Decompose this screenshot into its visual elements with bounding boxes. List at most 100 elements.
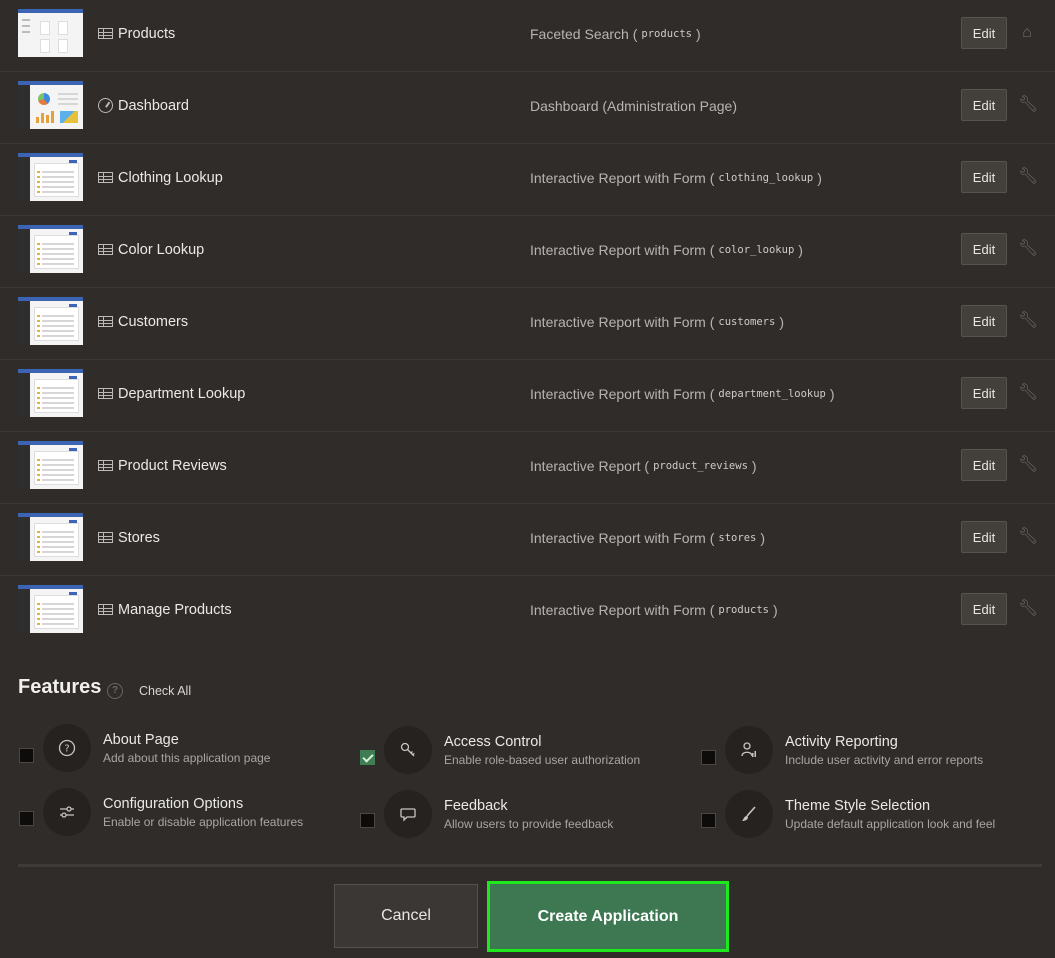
- edit-button[interactable]: Edit: [961, 17, 1007, 49]
- page-thumbnail: [18, 585, 83, 633]
- feature-description: Enable role-based user authorization: [444, 753, 641, 767]
- page-type: Interactive Report with Form (stores): [530, 530, 766, 546]
- feature-about-page: ? About Page Add about this application …: [19, 724, 349, 776]
- report-icon: [98, 604, 113, 615]
- wrench-icon[interactable]: 🔧︎: [1018, 384, 1038, 402]
- wrench-icon[interactable]: 🔧︎: [1018, 528, 1038, 546]
- wrench-icon[interactable]: 🔧︎: [1018, 240, 1038, 258]
- home-icon[interactable]: ⌂: [1018, 24, 1036, 42]
- page-thumbnail: [18, 297, 83, 345]
- feature-access-control: Access Control Enable role-based user au…: [360, 726, 690, 778]
- page-type: Interactive Report with Form (department…: [530, 386, 835, 402]
- feature-feedback: Feedback Allow users to provide feedback: [360, 790, 690, 842]
- page-name: Customers: [118, 314, 189, 330]
- feature-configuration-options: Configuration Options Enable or disable …: [19, 788, 349, 840]
- page-name: Manage Products: [118, 602, 232, 618]
- edit-button[interactable]: Edit: [961, 377, 1007, 409]
- page-list: Products Faceted Search (products) Edit …: [0, 0, 1055, 648]
- feature-activity-reporting: Activity Reporting Include user activity…: [701, 726, 1031, 778]
- check-all-link[interactable]: Check All: [139, 684, 191, 698]
- page-row-color-lookup: Color Lookup Interactive Report with For…: [0, 216, 1055, 288]
- cancel-button[interactable]: Cancel: [334, 884, 478, 948]
- help-icon[interactable]: ?: [107, 683, 123, 699]
- report-icon: [98, 532, 113, 543]
- page-thumbnail: [18, 369, 83, 417]
- page-type: Interactive Report with Form (color_look…: [530, 242, 803, 258]
- theme-style-selection-checkbox[interactable]: [701, 813, 716, 828]
- page-thumbnail: [18, 441, 83, 489]
- page-row-customers: Customers Interactive Report with Form (…: [0, 288, 1055, 360]
- gauge-icon: [98, 98, 113, 113]
- feature-description: Include user activity and error reports: [785, 753, 984, 767]
- report-icon: [98, 460, 113, 471]
- page-thumbnail: [18, 153, 83, 201]
- feature-title: Theme Style Selection: [785, 798, 931, 814]
- report-icon: [98, 316, 113, 327]
- speech-bubble-icon: [384, 790, 432, 838]
- page-name: Stores: [118, 530, 160, 546]
- create-application-button[interactable]: Create Application: [487, 881, 729, 952]
- page-row-dashboard: Dashboard Dashboard (Administration Page…: [0, 72, 1055, 144]
- user-chart-icon: [725, 726, 773, 774]
- page-name: Color Lookup: [118, 242, 205, 258]
- features-title: Features: [18, 676, 102, 698]
- page-thumbnail: [18, 81, 83, 129]
- page-row-products: Products Faceted Search (products) Edit …: [0, 0, 1055, 72]
- page-type: Interactive Report with Form (clothing_l…: [530, 170, 822, 186]
- divider: [18, 864, 1042, 867]
- report-icon: [98, 388, 113, 399]
- sliders-icon: [43, 788, 91, 836]
- feature-title: Configuration Options: [103, 796, 244, 812]
- wrench-icon[interactable]: 🔧︎: [1018, 456, 1038, 474]
- page-row-manage-products: Manage Products Interactive Report with …: [0, 576, 1055, 648]
- page-thumbnail: [18, 9, 83, 57]
- edit-button[interactable]: Edit: [961, 89, 1007, 121]
- wrench-icon[interactable]: 🔧︎: [1018, 96, 1038, 114]
- feature-title: Activity Reporting: [785, 734, 898, 750]
- edit-button[interactable]: Edit: [961, 521, 1007, 553]
- page-name: Products: [118, 26, 176, 42]
- page-type: Dashboard (Administration Page): [530, 98, 737, 114]
- edit-button[interactable]: Edit: [961, 305, 1007, 337]
- feature-title: Access Control: [444, 734, 542, 750]
- page-type: Interactive Report with Form (products): [530, 602, 778, 618]
- page-type: Interactive Report (product_reviews): [530, 458, 757, 474]
- page-name: Dashboard: [118, 98, 189, 114]
- feature-description: Update default application look and feel: [785, 817, 996, 831]
- wrench-icon[interactable]: 🔧︎: [1018, 600, 1038, 618]
- page-name: Department Lookup: [118, 386, 246, 402]
- page-row-clothing-lookup: Clothing Lookup Interactive Report with …: [0, 144, 1055, 216]
- wrench-icon[interactable]: 🔧︎: [1018, 312, 1038, 330]
- brush-icon: [725, 790, 773, 838]
- page-type: Interactive Report with Form (customers): [530, 314, 784, 330]
- page-row-department-lookup: Department Lookup Interactive Report wit…: [0, 360, 1055, 432]
- feedback-checkbox[interactable]: [360, 813, 375, 828]
- page-name: Product Reviews: [118, 458, 227, 474]
- page-row-stores: Stores Interactive Report with Form (sto…: [0, 504, 1055, 576]
- about-page-checkbox[interactable]: [19, 748, 34, 763]
- question-circle-icon: ?: [43, 724, 91, 772]
- key-icon: [384, 726, 432, 774]
- page-type: Faceted Search (products): [530, 26, 701, 42]
- page-thumbnail: [18, 225, 83, 273]
- report-icon: [98, 244, 113, 255]
- feature-title: About Page: [103, 732, 179, 748]
- edit-button[interactable]: Edit: [961, 449, 1007, 481]
- feature-theme-style-selection: Theme Style Selection Update default app…: [701, 790, 1031, 842]
- svg-text:?: ?: [64, 743, 69, 754]
- page-thumbnail: [18, 513, 83, 561]
- wrench-icon[interactable]: 🔧︎: [1018, 168, 1038, 186]
- feature-description: Add about this application page: [103, 751, 271, 765]
- configuration-options-checkbox[interactable]: [19, 811, 34, 826]
- activity-reporting-checkbox[interactable]: [701, 750, 716, 765]
- report-icon: [98, 172, 113, 183]
- access-control-checkbox[interactable]: [360, 750, 375, 765]
- faceted-search-icon: [98, 28, 113, 39]
- edit-button[interactable]: Edit: [961, 593, 1007, 625]
- feature-description: Enable or disable application features: [103, 815, 304, 829]
- feature-description: Allow users to provide feedback: [444, 817, 614, 831]
- feature-title: Feedback: [444, 798, 508, 814]
- edit-button[interactable]: Edit: [961, 161, 1007, 193]
- page-name: Clothing Lookup: [118, 170, 223, 186]
- edit-button[interactable]: Edit: [961, 233, 1007, 265]
